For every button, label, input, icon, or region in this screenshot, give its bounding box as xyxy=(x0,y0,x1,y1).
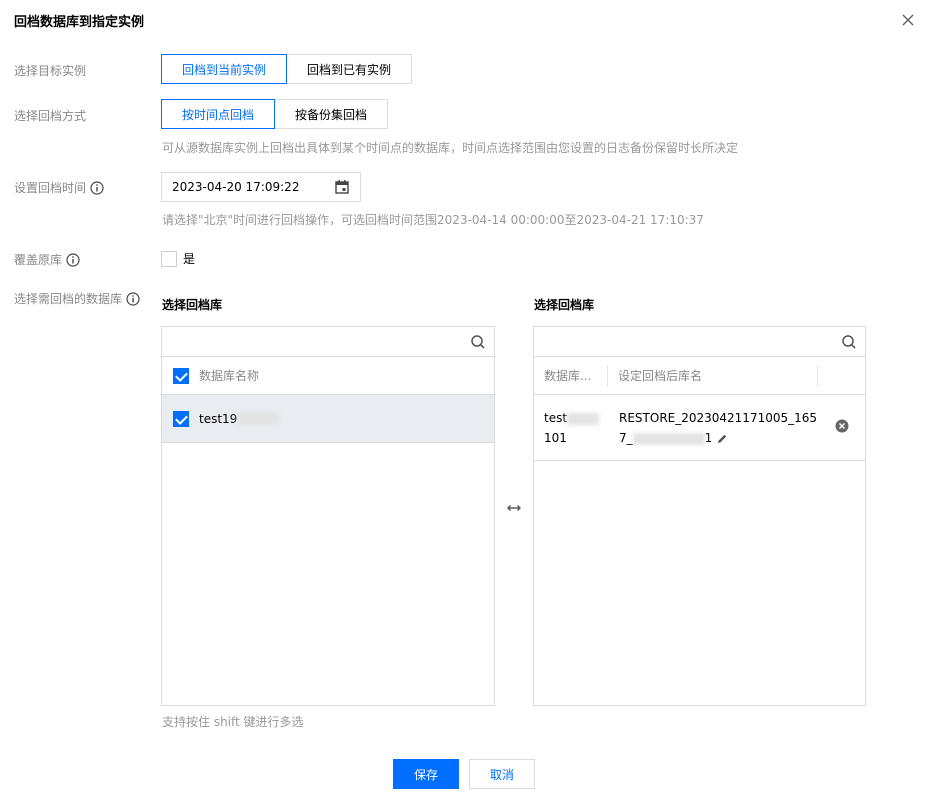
option-backup-set[interactable]: 按备份集回档 xyxy=(274,99,388,129)
search-icon[interactable] xyxy=(470,334,486,350)
override-label-text: 覆盖原库 xyxy=(14,253,63,267)
rollback-mode-hint: 可从源数据库实例上回档出具体到某个时间点的数据库，时间点选择范围由您设置的日志备… xyxy=(162,141,739,155)
left-table-header: 数据库名称 xyxy=(162,357,494,395)
override-label: 覆盖原库 xyxy=(14,251,80,268)
right-header-db: 数据库... xyxy=(534,364,608,387)
calendar-icon[interactable] xyxy=(334,179,350,195)
right-header-new-name: 设定回档后库名 xyxy=(608,364,818,387)
override-checkbox-label: 是 xyxy=(183,252,196,266)
target-db-panel: 数据库... 设定回档后库名 test 101 RESTORE_20230421… xyxy=(533,326,866,706)
option-point-in-time[interactable]: 按时间点回档 xyxy=(161,99,275,129)
rollback-mode-label: 选择回档方式 xyxy=(14,107,86,124)
db-name: test19 xyxy=(199,411,238,426)
rollback-time-label-text: 设置回档时间 xyxy=(14,181,87,195)
rollback-time-value: 2023-04-20 17:09:22 xyxy=(172,180,300,194)
right-panel-title: 选择回档库 xyxy=(534,298,595,312)
multi-select-hint: 支持按住 shift 键进行多选 xyxy=(162,715,304,729)
selected-db-cell: test 101 xyxy=(544,408,600,448)
left-panel-title: 选择回档库 xyxy=(162,298,223,312)
db-select-label: 选择需回档的数据库 xyxy=(14,290,140,307)
target-instance-label: 选择目标实例 xyxy=(14,62,86,79)
rollback-time-label: 设置回档时间 xyxy=(14,179,104,196)
rollback-time-hint: 请选择"北京"时间进行回档操作，可选回档时间范围2023-04-14 00:00… xyxy=(162,213,704,227)
target-instance-segment: 回档到当前实例 回档到已有实例 xyxy=(161,54,412,84)
info-icon[interactable] xyxy=(90,180,104,195)
db-name-line1: test xyxy=(544,411,568,425)
swap-icon xyxy=(507,505,521,511)
override-checkbox[interactable] xyxy=(161,250,177,267)
redacted-text xyxy=(237,413,280,425)
info-icon[interactable] xyxy=(66,252,80,267)
dialog-title: 回档数据库到指定实例 xyxy=(14,15,145,30)
save-button[interactable]: 保存 xyxy=(393,759,459,789)
rollback-time-picker[interactable]: 2023-04-20 17:09:22 xyxy=(161,172,361,202)
option-existing-instance[interactable]: 回档到已有实例 xyxy=(286,54,412,84)
edit-icon[interactable] xyxy=(716,433,728,445)
redacted-text xyxy=(567,412,600,425)
redacted-text xyxy=(632,432,705,445)
new-name-line1: RESTORE_20230421171005_165 xyxy=(619,411,818,425)
db-name-line2: 101 xyxy=(544,431,567,445)
new-name-line2-suffix: 1 xyxy=(704,431,713,445)
target-instance-label-text: 选择目标实例 xyxy=(14,64,87,78)
rollback-mode-segment: 按时间点回档 按备份集回档 xyxy=(161,99,388,129)
search-icon[interactable] xyxy=(841,334,857,350)
left-header-db-name: 数据库名称 xyxy=(199,369,260,383)
close-icon[interactable] xyxy=(900,12,916,28)
option-current-instance[interactable]: 回档到当前实例 xyxy=(161,54,287,84)
new-name-cell: RESTORE_20230421171005_165 7_ 1 xyxy=(619,408,824,448)
rollback-mode-label-text: 选择回档方式 xyxy=(14,109,87,123)
table-row: test 101 RESTORE_20230421171005_165 7_ 1 xyxy=(534,395,865,461)
row-checkbox[interactable] xyxy=(173,410,189,427)
list-item[interactable]: test19 xyxy=(162,395,494,443)
override-checkbox-group: 是 xyxy=(161,250,195,267)
left-search-input[interactable] xyxy=(162,327,494,357)
select-all-checkbox[interactable] xyxy=(173,367,189,384)
remove-icon[interactable] xyxy=(835,419,849,433)
db-select-label-text: 选择需回档的数据库 xyxy=(14,292,123,306)
source-db-panel: 数据库名称 test19 xyxy=(161,326,495,706)
new-name-line2-prefix: 7_ xyxy=(619,431,633,445)
info-icon[interactable] xyxy=(126,291,140,306)
right-table-header: 数据库... 设定回档后库名 xyxy=(534,357,865,395)
cancel-button[interactable]: 取消 xyxy=(469,759,535,789)
right-search-input[interactable] xyxy=(534,327,865,357)
